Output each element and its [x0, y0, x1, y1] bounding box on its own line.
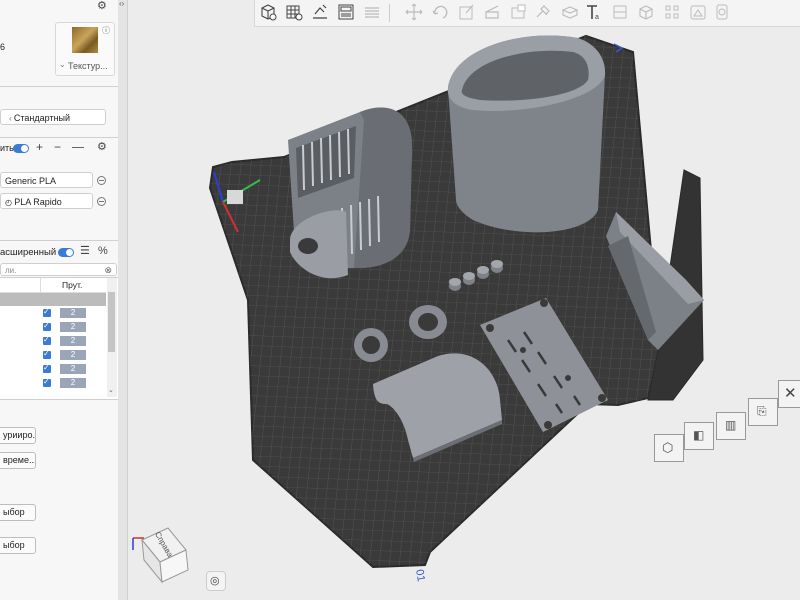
layer-view-icon[interactable]: ▥ [716, 412, 746, 440]
filament-header-label: ить [0, 143, 14, 153]
filament-1-label: Generic PLA [5, 176, 57, 186]
printer-name-fragment: 6 [0, 42, 6, 52]
model-vented-holder[interactable] [288, 107, 413, 279]
selected-row[interactable] [0, 293, 106, 306]
texture-card[interactable]: ⓘ ⌄ Текстур... [55, 22, 115, 76]
table-row[interactable]: 2 [0, 377, 106, 391]
visible-checkbox[interactable] [43, 349, 51, 359]
remove-filament-icon[interactable] [97, 176, 106, 185]
clear-icon[interactable]: ⊗ [104, 264, 112, 275]
search-placeholder: ли. [5, 266, 17, 275]
sidebar: ⚙ 6 ⓘ ⌄ Текстур... ‹ Стандартный ить + −… [0, 0, 119, 600]
remove-filament-icon[interactable] [97, 197, 106, 206]
list-header: Прут. [0, 278, 106, 293]
object-search-input[interactable]: ли. ⊗ [0, 263, 117, 276]
chevron-down-icon: ⌄ [59, 60, 66, 69]
action-button-2[interactable]: време... [0, 452, 36, 469]
filament-toggle[interactable] [13, 144, 29, 153]
model-tall-cup[interactable] [447, 35, 606, 233]
sidebar-splitter[interactable]: ‹› [118, 0, 128, 600]
visible-checkbox[interactable] [43, 335, 51, 345]
filament-number[interactable]: 2 [60, 378, 86, 388]
preset-select[interactable]: ‹ Стандартный [0, 109, 106, 125]
action-button-1[interactable]: урииро... [0, 427, 36, 444]
visible-checkbox[interactable] [43, 363, 51, 373]
visible-checkbox[interactable] [43, 321, 51, 331]
info-icon[interactable]: ⓘ [102, 25, 110, 36]
list-icon[interactable]: ☰ [80, 246, 90, 257]
separator-icon [72, 147, 84, 148]
plus-icon[interactable]: + [36, 141, 43, 153]
preset-label: Стандартный [13, 113, 71, 123]
button-label: ыбор [3, 507, 25, 517]
table-row[interactable]: 2 [0, 349, 106, 363]
table-row[interactable]: 2 [0, 363, 106, 377]
filament-number[interactable]: 2 [60, 364, 86, 374]
close-icon[interactable]: ✕ [778, 380, 800, 408]
fit-view-button[interactable]: ◎ [206, 571, 226, 591]
button-label: урииро... [3, 430, 35, 440]
filament-number[interactable]: 2 [60, 350, 86, 360]
advanced-mode-toggle[interactable] [58, 248, 74, 257]
visible-checkbox[interactable] [43, 307, 51, 317]
collapse-icon[interactable]: ‹› [119, 0, 124, 8]
object-view-icon[interactable]: ◧ [684, 422, 714, 450]
percent-icon[interactable]: % [98, 246, 108, 257]
visible-checkbox[interactable] [43, 377, 51, 387]
texture-label: Текстур... [68, 61, 108, 71]
filament-select-2[interactable]: ◴ PLA Rapido [0, 193, 93, 209]
minus-icon[interactable]: − [54, 141, 61, 153]
texture-thumbnail [72, 27, 98, 53]
button-label: ыбор [3, 540, 25, 550]
filament-select-1[interactable]: Generic PLA [0, 172, 93, 188]
scrollbar-thumb[interactable] [108, 292, 115, 352]
settings-view-icon[interactable]: ⬡ [654, 434, 684, 462]
view-toolbar: ⬡ ◧ ▥ ⎘ ✕ [652, 378, 800, 464]
filament-number[interactable]: 2 [60, 322, 86, 332]
divider [0, 86, 118, 87]
divider [0, 240, 118, 241]
3d-viewport[interactable]: a 01 ⬡ ◧ ▥ ⎘ ✕ Справа ◎ [128, 0, 800, 600]
gear-icon[interactable]: ⚙ [97, 142, 107, 153]
filament-type-icon: ◴ [5, 198, 15, 207]
mode-label: асширенный [0, 247, 57, 258]
table-row[interactable]: 2 [0, 335, 106, 349]
action-button-3[interactable]: ыбор [0, 504, 36, 521]
fit-view-icon: ◎ [210, 575, 220, 587]
filament-2-label: PLA Rapido [14, 197, 62, 207]
export-icon[interactable]: ⎘ [748, 398, 778, 426]
button-label: време... [3, 455, 36, 465]
divider [0, 137, 118, 138]
list-scrollbar[interactable]: ⌄ [107, 278, 117, 397]
scene[interactable]: 01 [128, 0, 800, 600]
table-row[interactable]: 2 [0, 307, 106, 321]
print-bed [208, 34, 704, 569]
filament-number[interactable]: 2 [60, 308, 86, 318]
object-list: Прут. 2 2 2 2 2 2 ⌄ [0, 277, 118, 400]
table-row[interactable]: 2 [0, 321, 106, 335]
action-button-4[interactable]: ыбор [0, 537, 36, 554]
column-header-filament: Прут. [62, 280, 83, 290]
filament-number[interactable]: 2 [60, 336, 86, 346]
chevron-down-icon[interactable]: ⌄ [108, 386, 114, 394]
bed-axis-label: 01 [413, 568, 427, 582]
view-cube[interactable]: Справа [128, 520, 196, 586]
gear-icon[interactable]: ⚙ [97, 1, 107, 12]
